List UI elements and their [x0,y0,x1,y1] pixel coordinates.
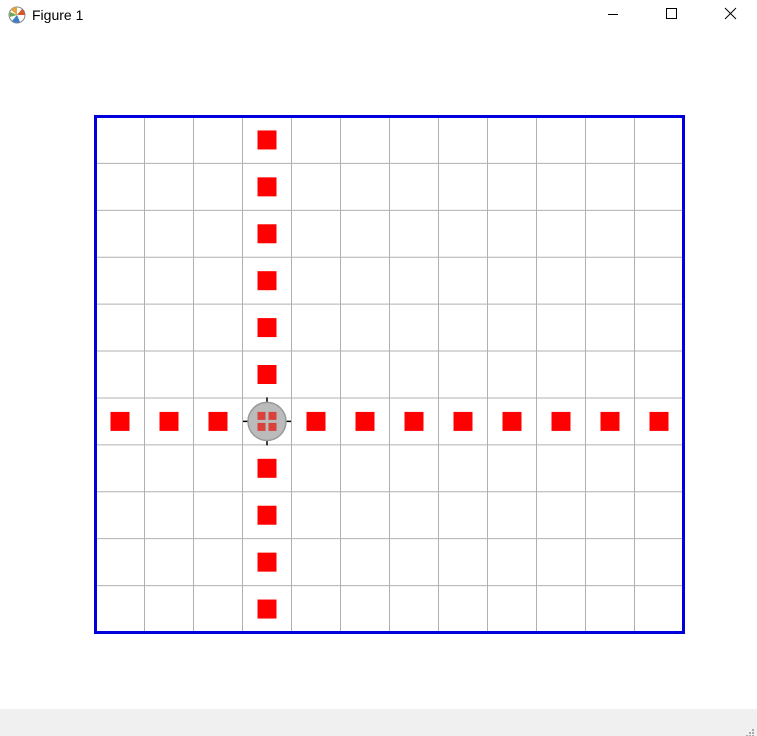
figure-window: Figure 1 [0,0,757,736]
cursor-marker-quadrant [268,411,277,420]
data-point-marker [257,599,277,619]
maximize-icon [666,8,677,19]
data-point-marker [257,130,277,150]
data-point-marker [404,411,424,431]
data-point-marker [257,458,277,478]
data-point-marker [257,365,277,384]
cursor-marker-quadrant [257,411,266,420]
minimize-button[interactable] [590,0,636,30]
maximize-button[interactable] [648,0,694,30]
data-point-marker [355,411,375,431]
close-button[interactable] [707,0,753,30]
cursor-circle[interactable] [247,401,287,442]
data-point-marker [159,411,179,431]
cursor-marker-quadrant [268,422,277,431]
window-title: Figure 1 [32,7,84,23]
cursor-marker-quadrant [257,422,266,431]
data-point-marker [306,411,326,431]
data-point-marker [208,411,228,431]
data-point-marker [453,411,473,431]
data-point-marker [257,224,277,244]
minimize-icon [608,14,618,15]
plot-svg[interactable] [0,30,757,709]
status-bar [0,709,757,736]
data-point-marker [600,411,620,431]
data-point-marker [502,411,522,431]
data-point-marker [257,271,277,291]
figure-canvas[interactable] [0,30,757,709]
data-point-marker [257,318,277,338]
data-point-marker [257,177,277,197]
matplotlib-figure-icon [8,6,26,24]
resize-grip-icon[interactable] [745,725,755,736]
data-point-marker [257,552,277,572]
close-icon [724,7,737,20]
data-point-marker [649,411,669,431]
data-point-marker [257,505,277,525]
title-bar[interactable]: Figure 1 [0,0,757,30]
data-point-marker [551,411,571,431]
data-point-marker [110,411,130,431]
